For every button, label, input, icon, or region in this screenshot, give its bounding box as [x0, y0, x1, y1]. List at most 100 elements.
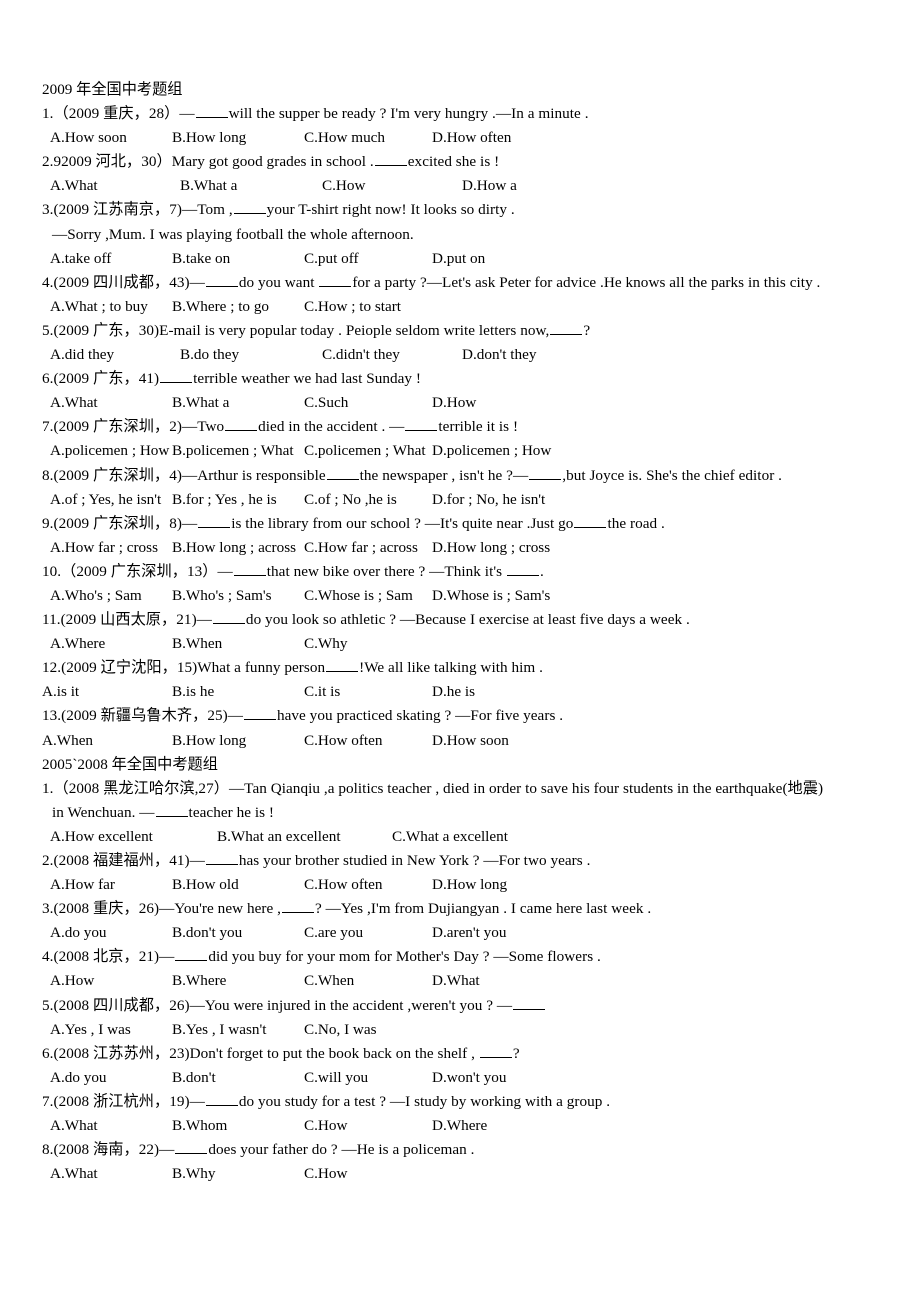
answer-option[interactable]: C.are you: [304, 921, 363, 945]
answer-option[interactable]: B.Where ; to go: [172, 295, 269, 319]
answer-option[interactable]: C.How far ; across: [304, 536, 418, 560]
answer-option[interactable]: D.aren't you: [432, 921, 506, 945]
answer-option[interactable]: B.How long: [172, 126, 246, 150]
fill-in-blank: [205, 271, 238, 287]
answer-option[interactable]: B.What a: [180, 174, 237, 198]
answer-option[interactable]: C.policemen ; What: [304, 439, 426, 463]
answer-option[interactable]: A.Who's ; Sam: [50, 584, 142, 608]
answer-option[interactable]: C.didn't they: [322, 343, 400, 367]
answer-option[interactable]: B.Whom: [172, 1114, 227, 1138]
answer-option[interactable]: A.What: [50, 1114, 98, 1138]
answer-option[interactable]: D.for ; No, he isn't: [432, 488, 545, 512]
answer-option[interactable]: D.What: [432, 969, 480, 993]
answer-option[interactable]: B.How long ; across: [172, 536, 296, 560]
question-text: 1.（2008 黑龙江哈尔滨,27）—Tan Qianqiu ,a politi…: [42, 779, 824, 797]
answer-option[interactable]: B.How long: [172, 729, 246, 753]
answer-option[interactable]: C.Such: [304, 391, 348, 415]
answer-option[interactable]: B.don't: [172, 1066, 216, 1090]
answer-option[interactable]: A.of ; Yes, he isn't: [50, 488, 161, 512]
answer-option[interactable]: B.don't you: [172, 921, 242, 945]
answer-option[interactable]: A.How soon: [50, 126, 127, 150]
question-stem: 6.(2009 广东，41) terrible weather we had la…: [42, 367, 878, 391]
answer-option[interactable]: C.will you: [304, 1066, 368, 1090]
answer-option[interactable]: B.How old: [172, 873, 239, 897]
answer-option[interactable]: B.is he: [172, 680, 214, 704]
answer-option[interactable]: C.No, I was: [304, 1018, 377, 1042]
answer-option[interactable]: A.How far: [50, 873, 115, 897]
fill-in-blank: [155, 801, 188, 817]
answer-option[interactable]: B.for ; Yes , he is: [172, 488, 277, 512]
answer-option[interactable]: B.Yes , I wasn't: [172, 1018, 266, 1042]
answer-option[interactable]: B.Who's ; Sam's: [172, 584, 272, 608]
question-block: 2.(2008 福建福州，41)— has your brother studie…: [42, 849, 878, 897]
answer-option[interactable]: C.How ; to start: [304, 295, 401, 319]
question-stem: 7.(2008 浙江杭州，19)— do you study for a test…: [42, 1090, 878, 1114]
answer-option[interactable]: D.How: [432, 391, 476, 415]
question-text: 5.(2009 广东，30)E-mail is very popular tod…: [42, 321, 550, 339]
answer-option[interactable]: B.What a: [172, 391, 229, 415]
answer-option[interactable]: C.How often: [304, 729, 382, 753]
question-block: 1.（2008 黑龙江哈尔滨,27）—Tan Qianqiu ,a politi…: [42, 777, 878, 849]
answer-option[interactable]: C.What a excellent: [392, 825, 508, 849]
answer-option[interactable]: A.How excellent: [50, 825, 153, 849]
answer-option[interactable]: D.put on: [432, 247, 485, 271]
answer-option[interactable]: C.Why: [304, 632, 347, 656]
answer-option[interactable]: A.Yes , I was: [50, 1018, 131, 1042]
answer-option[interactable]: A.is it: [42, 680, 79, 704]
answer-option[interactable]: C.How often: [304, 873, 382, 897]
question-stem: 1.（2008 黑龙江哈尔滨,27）—Tan Qianqiu ,a politi…: [42, 777, 878, 801]
answer-options: A.did they B.do they C.didn't they D.don't …: [42, 343, 878, 367]
answer-option[interactable]: B.When: [172, 632, 222, 656]
answer-option[interactable]: D.How a: [462, 174, 517, 198]
answer-option[interactable]: C.of ; No ,he is: [304, 488, 397, 512]
answer-option[interactable]: D.Whose is ; Sam's: [432, 584, 550, 608]
answer-option[interactable]: D.don't they: [462, 343, 536, 367]
answer-option[interactable]: A.When: [42, 729, 93, 753]
answer-option[interactable]: D.policemen ; How: [432, 439, 551, 463]
question-text: 12.(2009 辽宁沈阳，15)What a funny person: [42, 659, 326, 677]
answer-options: A.do you B.don't you C.are you D.aren't you: [42, 921, 878, 945]
answer-option[interactable]: B.What an excellent: [217, 825, 341, 849]
answer-option[interactable]: A.What ; to buy: [50, 295, 148, 319]
answer-option[interactable]: A.do you: [50, 921, 107, 945]
answer-option[interactable]: D.How long: [432, 873, 507, 897]
answer-option[interactable]: A.do you: [50, 1066, 107, 1090]
answer-option[interactable]: B.Where: [172, 969, 226, 993]
answer-option[interactable]: A.How: [50, 969, 94, 993]
answer-option[interactable]: A.policemen ; How: [50, 439, 169, 463]
fill-in-blank: [205, 1091, 238, 1106]
answer-option[interactable]: D.How soon: [432, 729, 509, 753]
answer-option[interactable]: C.it is: [304, 680, 340, 704]
answer-option[interactable]: A.How far ; cross: [50, 536, 158, 560]
answer-option[interactable]: D.won't you: [432, 1066, 506, 1090]
answer-option[interactable]: C.How much: [304, 126, 385, 150]
answer-option[interactable]: A.take off: [50, 247, 111, 271]
answer-option[interactable]: A.What: [50, 391, 98, 415]
answer-option[interactable]: C.How: [304, 1114, 347, 1138]
question-text: is the library from our school ? —It's q…: [231, 514, 574, 532]
answer-option[interactable]: D.Where: [432, 1114, 487, 1138]
answer-option[interactable]: A.did they: [50, 343, 114, 367]
answer-option[interactable]: D.How often: [432, 126, 511, 150]
answer-option[interactable]: D.How long ; cross: [432, 536, 550, 560]
answer-options: A.is it B.is he C.it is D.he is: [42, 680, 878, 704]
answer-option[interactable]: D.he is: [432, 680, 475, 704]
answer-option[interactable]: C.put off: [304, 247, 359, 271]
answer-option[interactable]: A.What: [50, 1162, 98, 1186]
answer-option[interactable]: C.Whose is ; Sam: [304, 584, 413, 608]
question-text: did you buy for your mom for Mother's Da…: [208, 948, 601, 966]
question-block: 5.(2008 四川成都，26)—You were injured in the…: [42, 994, 878, 1042]
answer-option[interactable]: C.How: [322, 174, 365, 198]
answer-option[interactable]: A.What: [50, 174, 98, 198]
answer-option[interactable]: A.Where: [50, 632, 105, 656]
question-text: teacher he is !: [188, 803, 275, 821]
answer-option[interactable]: C.How: [304, 1162, 347, 1186]
answer-option[interactable]: B.do they: [180, 343, 239, 367]
answer-option[interactable]: B.take on: [172, 247, 230, 271]
answer-option[interactable]: B.policemen ; What: [172, 439, 294, 463]
question-stem: 1.（2009 重庆，28）— will the supper be ready …: [42, 102, 878, 126]
answer-option[interactable]: C.When: [304, 969, 354, 993]
question-text: 13.(2009 新疆乌鲁木齐，25)—: [42, 707, 243, 725]
fill-in-blank: [506, 560, 539, 576]
answer-option[interactable]: B.Why: [172, 1162, 215, 1186]
